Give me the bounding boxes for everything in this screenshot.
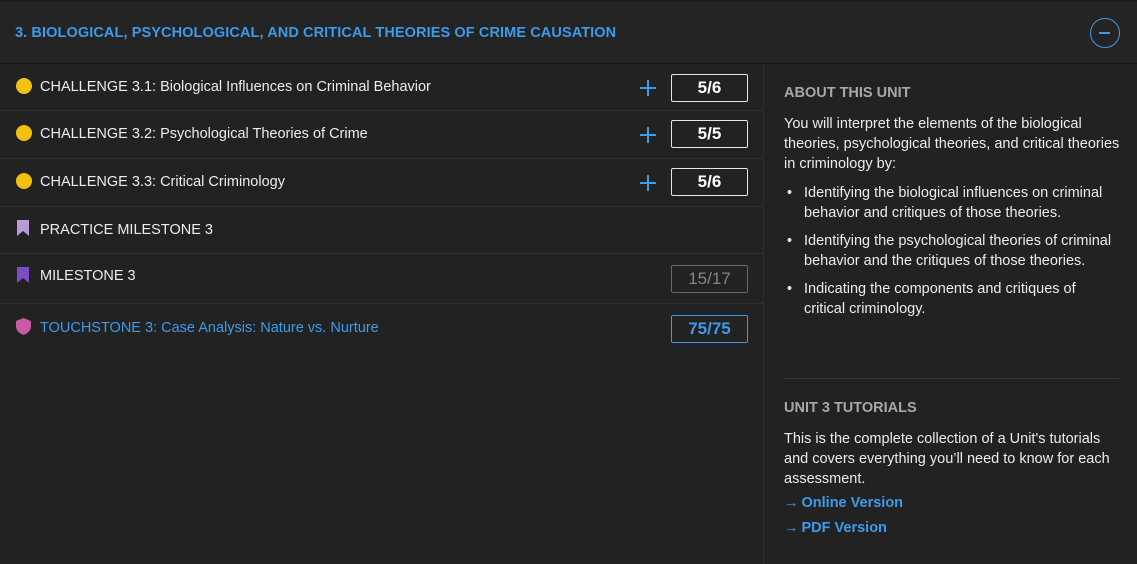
- about-bullet-list: Identifying the biological influences on…: [784, 183, 1120, 327]
- list-item-challenge-3-3[interactable]: CHALLENGE 3.3: Critical Criminology 5/6: [0, 159, 763, 207]
- yellow-dot-icon: [16, 173, 32, 189]
- unit-item-list: CHALLENGE 3.1: Biological Influences on …: [0, 64, 763, 354]
- touchstone-link[interactable]: TOUCHSTONE 3: Case Analysis: Nature vs. …: [40, 320, 379, 336]
- score-badge: 15/17: [671, 265, 748, 293]
- list-item-milestone-3[interactable]: MILESTONE 3 15/17: [0, 254, 763, 304]
- list-item-label[interactable]: CHALLENGE 3.2: Psychological Theories of…: [40, 126, 368, 142]
- plus-icon[interactable]: [640, 175, 656, 191]
- shield-icon: [16, 318, 31, 335]
- pdf-version-label[interactable]: PDF Version: [802, 520, 887, 536]
- plus-icon[interactable]: [640, 127, 656, 143]
- unit-title[interactable]: 3. BIOLOGICAL, PSYCHOLOGICAL, AND CRITIC…: [15, 25, 616, 41]
- list-item-touchstone-3[interactable]: TOUCHSTONE 3: Case Analysis: Nature vs. …: [0, 304, 763, 354]
- column-divider: [763, 64, 764, 564]
- about-intro: You will interpret the elements of the b…: [784, 116, 1120, 172]
- list-item-label[interactable]: MILESTONE 3: [40, 268, 136, 284]
- score-badge: 5/6: [671, 168, 748, 196]
- arrow-right-icon: →: [784, 495, 799, 511]
- score-badge: 5/5: [671, 120, 748, 148]
- bookmark-icon: [17, 267, 29, 283]
- list-item-challenge-3-1[interactable]: CHALLENGE 3.1: Biological Influences on …: [0, 64, 763, 111]
- bookmark-icon: [17, 220, 29, 236]
- list-item-challenge-3-2[interactable]: CHALLENGE 3.2: Psychological Theories of…: [0, 111, 763, 159]
- arrow-right-icon: →: [784, 520, 799, 536]
- score-badge: 5/6: [671, 74, 748, 102]
- tutorials-heading: UNIT 3 TUTORIALS: [784, 400, 917, 416]
- yellow-dot-icon: [16, 78, 32, 94]
- list-item-label[interactable]: PRACTICE MILESTONE 3: [40, 222, 213, 238]
- about-bullet: Indicating the components and critiques …: [784, 279, 1120, 319]
- unit-header[interactable]: 3. BIOLOGICAL, PSYCHOLOGICAL, AND CRITIC…: [0, 0, 1137, 64]
- yellow-dot-icon: [16, 125, 32, 141]
- plus-icon[interactable]: [640, 80, 656, 96]
- list-item-practice-milestone-3[interactable]: PRACTICE MILESTONE 3: [0, 207, 763, 254]
- online-version-label[interactable]: Online Version: [802, 495, 904, 511]
- online-version-link[interactable]: → Online Version: [784, 495, 903, 511]
- list-item-label[interactable]: CHALLENGE 3.3: Critical Criminology: [40, 174, 285, 190]
- section-divider: [784, 378, 1119, 379]
- score-badge: 75/75: [671, 315, 748, 343]
- about-bullet: Identifying the biological influences on…: [784, 183, 1120, 223]
- about-heading: ABOUT THIS UNIT: [784, 85, 911, 101]
- about-bullet: Identifying the psychological theories o…: [784, 231, 1120, 271]
- collapse-minus-icon[interactable]: [1090, 18, 1120, 48]
- pdf-version-link[interactable]: → PDF Version: [784, 520, 887, 536]
- list-item-label[interactable]: CHALLENGE 3.1: Biological Influences on …: [40, 79, 431, 95]
- tutorials-description: This is the complete collection of a Uni…: [784, 431, 1110, 487]
